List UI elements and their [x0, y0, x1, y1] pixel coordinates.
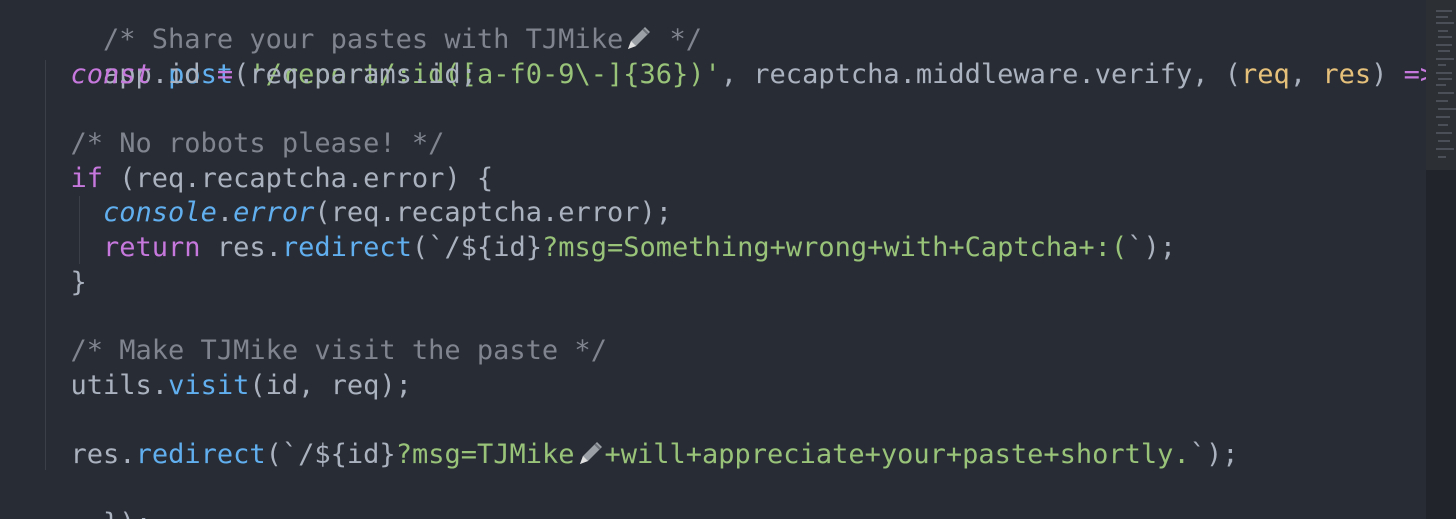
template-interpolation: ${id} [460, 232, 542, 263]
dot: . [151, 370, 169, 401]
comma: , [1192, 59, 1225, 90]
identifier-middleware: middleware [915, 59, 1079, 90]
code-line-5: /* No robots please! */ [38, 127, 445, 161]
paren-open: ( [411, 232, 429, 263]
template-path: / [298, 439, 315, 470]
pencil-emoji-icon [579, 442, 602, 464]
param-res: res [1322, 59, 1372, 90]
code-line-8: return res.redirect(`/${id}?msg=Somethin… [38, 231, 1176, 265]
identifier-utils: utils [70, 370, 152, 401]
code-editor[interactable]: /* Share your pastes with TJMike */ app.… [0, 0, 1456, 519]
template-path: / [444, 232, 461, 263]
paren-open: ( [265, 439, 282, 470]
code-line-9: } [38, 266, 87, 300]
keyword-const: const [70, 59, 152, 90]
value-expression: req.params.id; [233, 59, 477, 90]
minimap-viewport[interactable] [1426, 0, 1456, 170]
identifier-res: res [200, 232, 266, 263]
code-line-7: console.error(req.recaptcha.error); [38, 196, 672, 230]
closing-braces: }); [103, 508, 152, 519]
identifier-res: res [70, 439, 120, 470]
template-tick: ` [1189, 439, 1206, 470]
code-line-11: /* Make TJMike visit the paste */ [38, 334, 607, 368]
code-line-1: /* Share your pastes with TJMike */ [38, 0, 702, 55]
template-message-start: ?msg=TJMike [395, 439, 575, 470]
dot: . [899, 59, 916, 90]
method-visit: visit [168, 370, 250, 401]
code-line-3: const id = req.params.id; [38, 58, 477, 92]
dot: . [119, 439, 136, 470]
comment-text: /* No robots please! */ [70, 128, 445, 159]
dot: . [216, 197, 234, 228]
call-args: (id, req); [249, 370, 412, 401]
comma: , [1289, 59, 1323, 90]
call-args: (req.recaptcha.error); [314, 197, 672, 228]
code-line-14: res.redirect(`/${id}?msg=TJMike +will+app… [38, 438, 1239, 472]
dot: . [265, 232, 282, 263]
template-tick: ` [281, 439, 299, 470]
comma: , [720, 59, 754, 90]
code-line-12: utils.visit(id, req); [38, 369, 412, 403]
assign-operator: = [216, 59, 234, 90]
args-close: ) [1371, 59, 1404, 90]
template-interpolation: ${id} [314, 439, 396, 470]
code-line-2: app.post('/report/:id([a-f0-9\-]{36})', … [38, 24, 1456, 90]
method-error: error [233, 197, 315, 228]
if-condition: (req.recaptcha.error) { [103, 163, 494, 194]
code-line-6: if (req.recaptcha.error) { [38, 162, 494, 196]
args-open: ( [1224, 59, 1242, 90]
identifier-recaptcha: recaptcha [753, 59, 900, 90]
template-message-end: +will+appreciate+your+paste+shortly. [604, 439, 1190, 470]
identifier-id: id [151, 59, 217, 90]
template-message: ?msg=Something+wrong+with+Captcha+:( [542, 232, 1128, 263]
template-tick: ` [1127, 232, 1144, 263]
identifier-verify: verify [1094, 59, 1193, 90]
brace-close: } [70, 267, 87, 298]
code-line-15: }); [38, 473, 152, 519]
method-redirect: redirect [135, 439, 266, 470]
identifier-console: console [103, 197, 217, 228]
method-redirect: redirect [281, 232, 412, 263]
paren-close: ); [1143, 232, 1176, 263]
dot: . [1078, 59, 1095, 90]
paren-close: ); [1205, 439, 1239, 470]
comment-text: /* Make TJMike visit the paste */ [70, 335, 607, 366]
param-req: req [1241, 59, 1290, 90]
template-tick: ` [428, 232, 445, 263]
keyword-if: if [70, 163, 104, 194]
keyword-return: return [103, 232, 201, 263]
